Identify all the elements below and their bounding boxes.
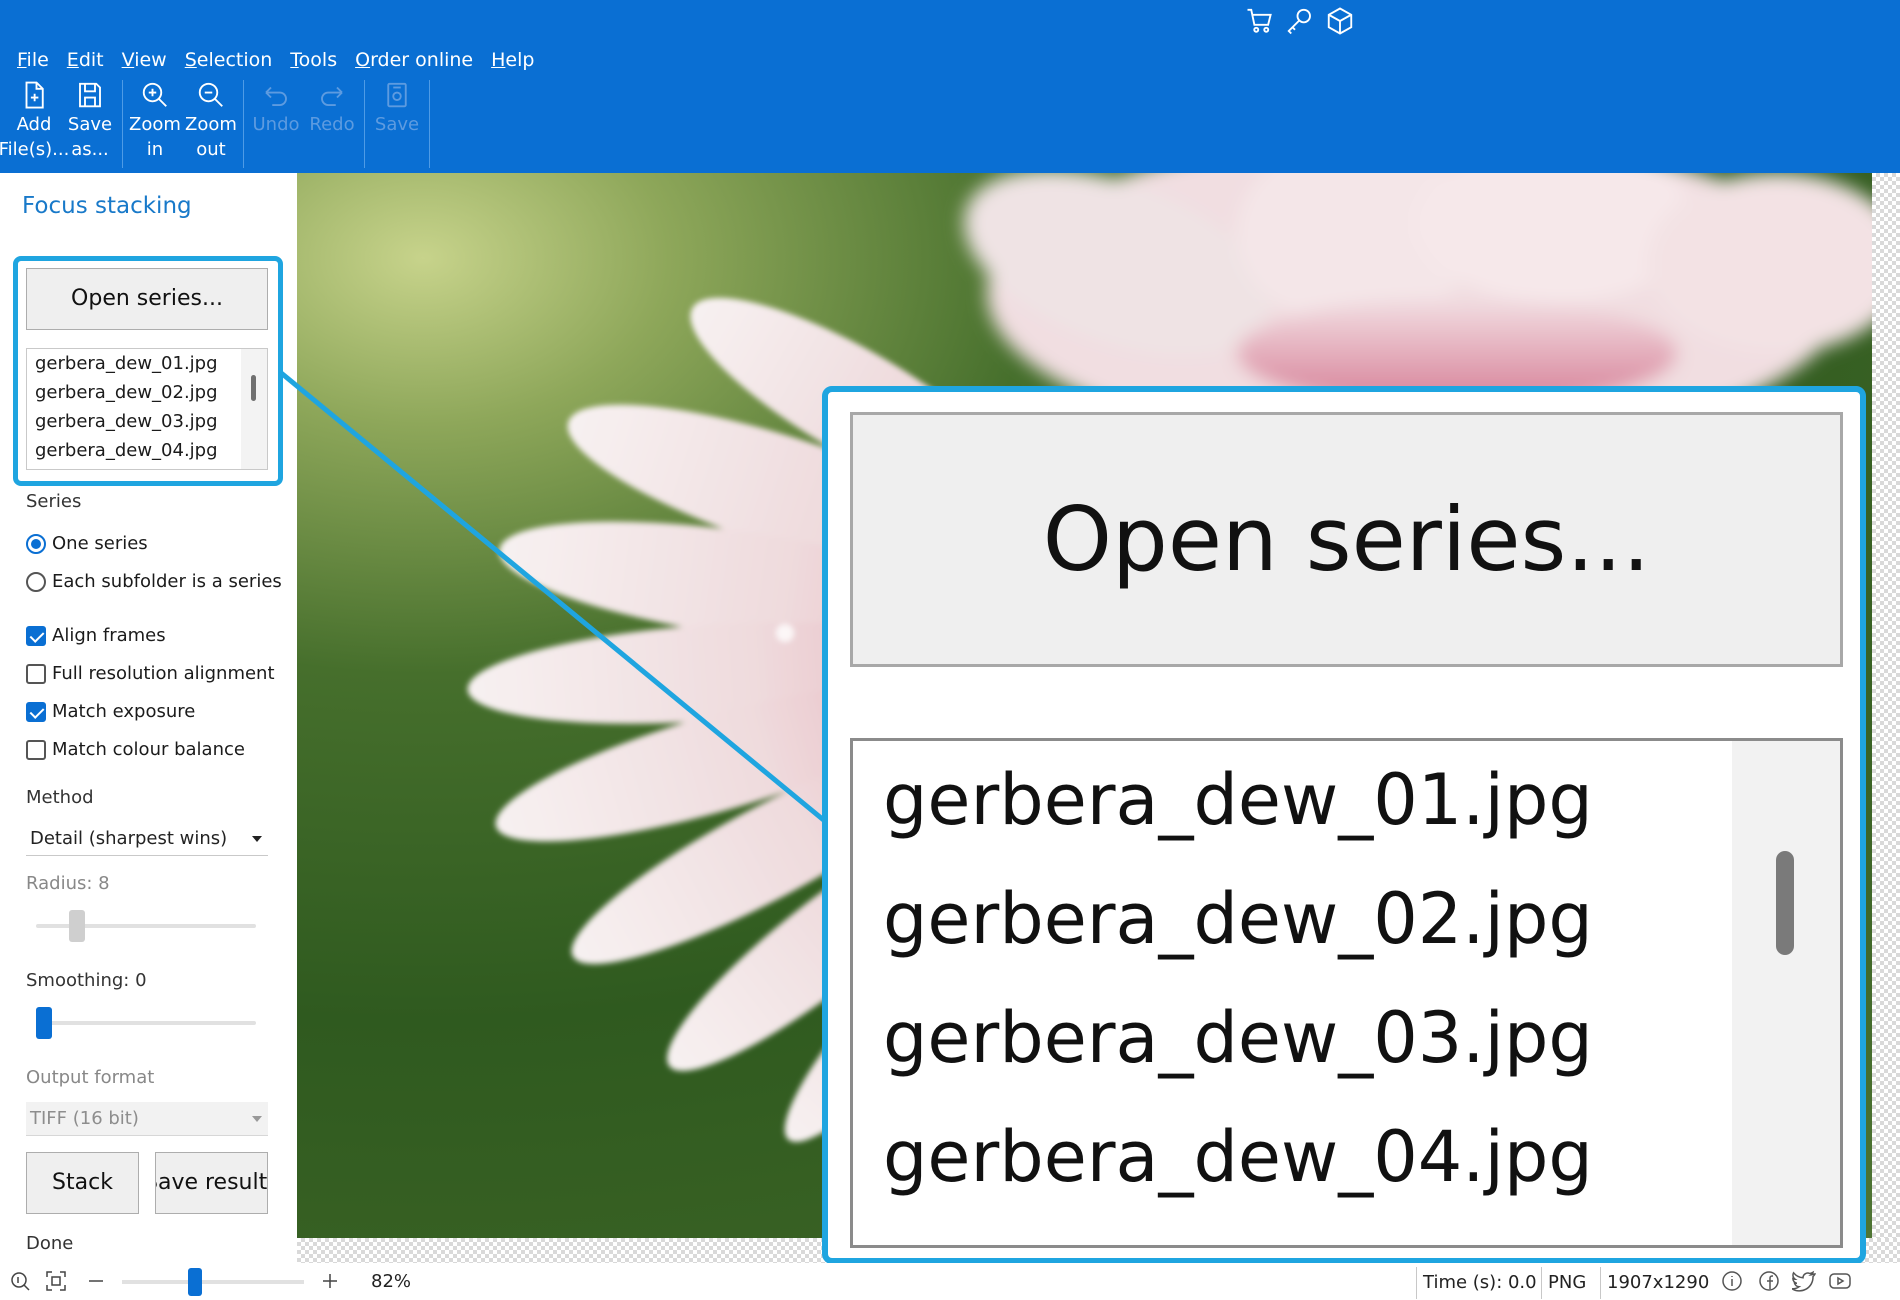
zoom-plus-icon[interactable]	[318, 1269, 342, 1293]
info-icon[interactable]	[1720, 1269, 1744, 1293]
format-readout: PNG	[1541, 1267, 1592, 1299]
file-list-scrollbar-zoomed	[1732, 741, 1840, 1245]
youtube-icon[interactable]	[1828, 1269, 1852, 1293]
list-item: gerbera_dew_03.jpg	[883, 997, 1593, 1079]
zoom-minus-icon[interactable]	[84, 1269, 108, 1293]
dimensions-readout: 1907x1290	[1600, 1267, 1715, 1299]
fit-to-window-icon[interactable]	[44, 1269, 68, 1293]
callout-line	[278, 370, 828, 824]
status-bar: 82% Time (s): 0.0 PNG 1907x1290	[0, 1263, 1900, 1300]
list-item: gerbera_dew_04.jpg	[883, 1116, 1593, 1198]
list-item: gerbera_dew_02.jpg	[883, 878, 1593, 960]
zoom-slider[interactable]	[122, 1280, 304, 1284]
actual-size-icon[interactable]	[8, 1269, 32, 1293]
zoom-callout: Open series... gerbera_dew_01.jpg gerber…	[822, 386, 1866, 1264]
list-item: gerbera_dew_01.jpg	[883, 759, 1593, 841]
zoom-slider-thumb[interactable]	[188, 1268, 202, 1296]
twitter-icon[interactable]	[1792, 1269, 1816, 1293]
facebook-icon[interactable]	[1757, 1269, 1781, 1293]
zoom-level: 82%	[371, 1271, 412, 1292]
file-list-scroll-thumb-zoomed	[1776, 851, 1794, 955]
file-list-zoomed: gerbera_dew_01.jpg gerbera_dew_02.jpg ge…	[850, 738, 1843, 1248]
time-readout: Time (s): 0.0	[1416, 1267, 1543, 1299]
open-series-button-zoomed: Open series...	[850, 412, 1843, 667]
